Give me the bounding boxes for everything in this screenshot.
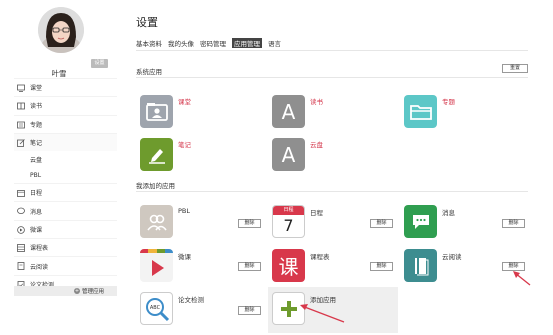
annotation-arrows: [300, 271, 531, 323]
